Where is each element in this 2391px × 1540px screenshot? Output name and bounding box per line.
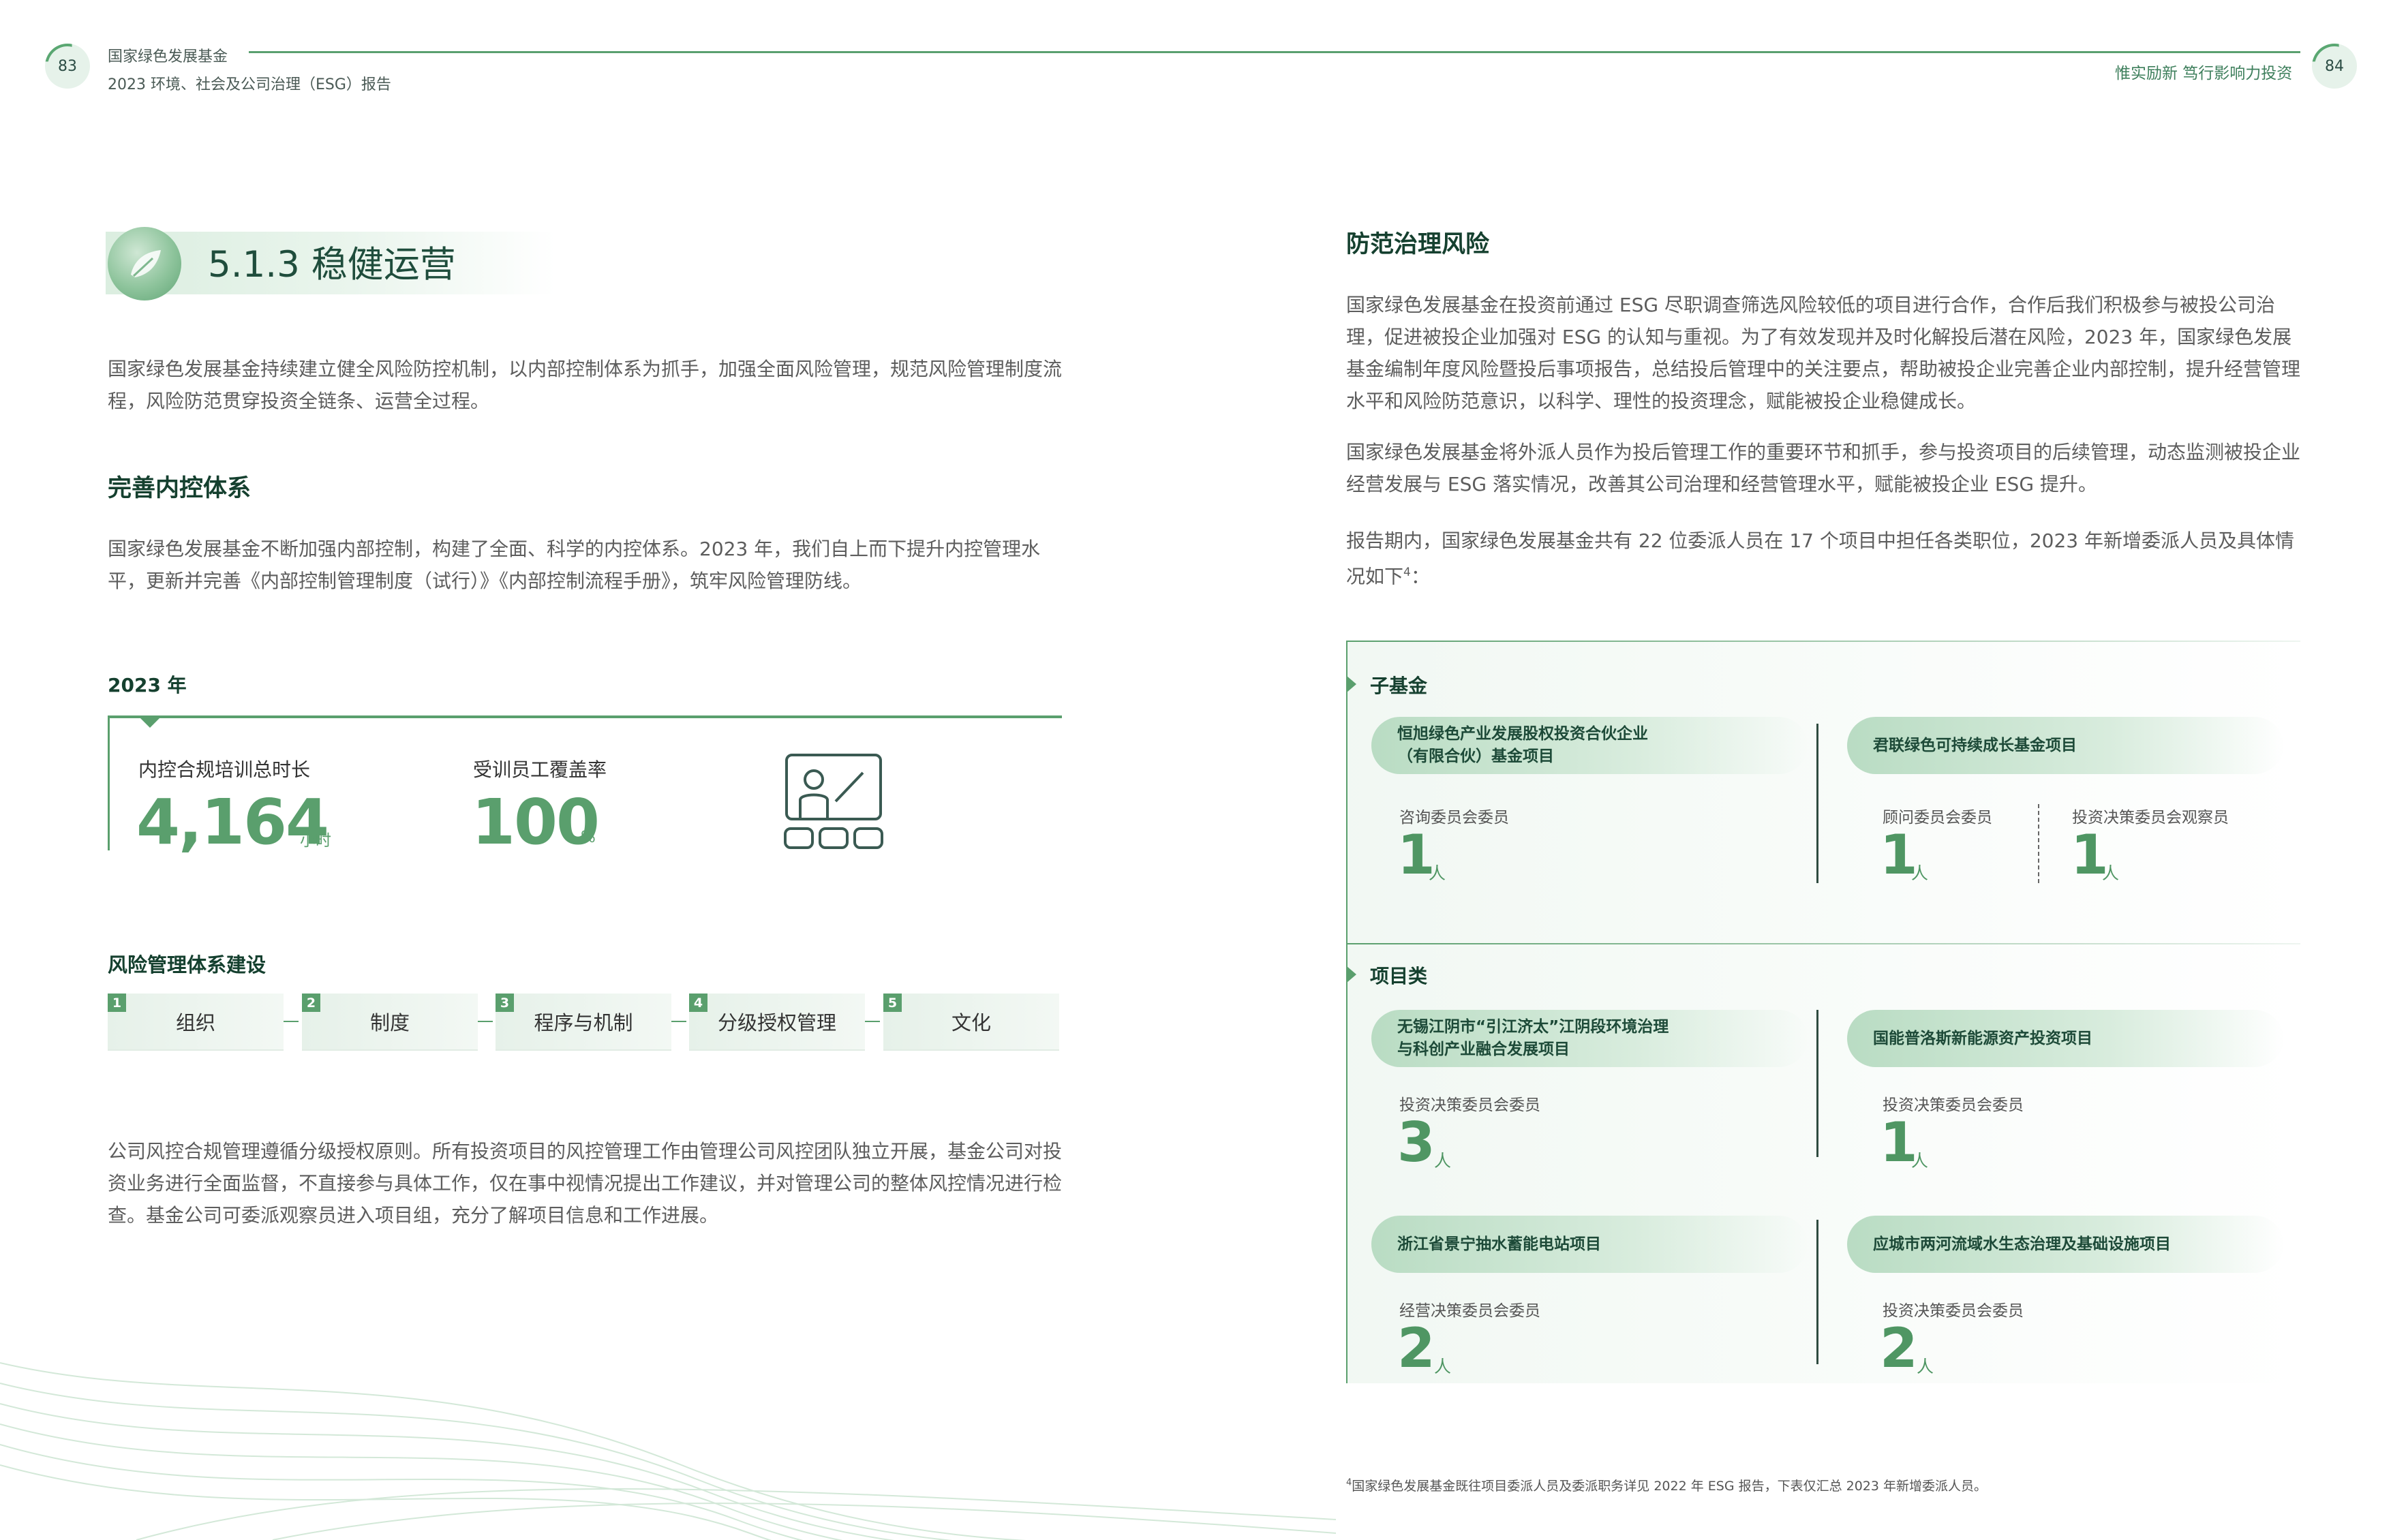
risk-step-3-number: 3 [496, 994, 514, 1012]
role-divider [2038, 804, 2039, 883]
page-number-left: 83 [45, 44, 90, 89]
category-marker [1347, 966, 1356, 983]
header-slogan: 惟实励新 笃行影响力投资 [2115, 65, 2293, 82]
governance-para-3: 报告期内，国家绿色发展基金共有 22 位委派人员在 17 个项目中担任各类职位，… [1346, 529, 2295, 588]
decorative-wave-lines [0, 1362, 1336, 1540]
column-divider [1816, 1220, 1818, 1364]
project-count-unit: 人 [1911, 863, 1929, 883]
stats-left-rule [108, 717, 110, 850]
category-sub-fund: 子基金 [1370, 675, 1428, 697]
footnote-ref: 4 [1403, 566, 1411, 579]
stats-year: 2023 年 [108, 674, 187, 696]
risk-step-connector [671, 1021, 686, 1022]
project-count-unit: 人 [1917, 1357, 1934, 1376]
coverage-label: 受训员工覆盖率 [473, 758, 607, 781]
risk-system-heading: 风险管理体系建设 [108, 953, 266, 976]
column-divider [1816, 1010, 1818, 1157]
header-org: 国家绿色发展基金 [108, 48, 228, 65]
risk-step-4-number: 4 [689, 994, 707, 1012]
project-pill-hengxu: 恒旭绿色产业发展股权投资合伙企业 （有限合伙）基金项目 [1371, 717, 1808, 774]
intro-paragraph: 国家绿色发展基金持续建立健全风险防控机制，以内部控制体系为抓手，加强全面风险管理… [108, 358, 1063, 412]
project-count-unit: 人 [1429, 863, 1446, 883]
project-count-unit: 人 [1434, 1151, 1452, 1171]
risk-step-1-number: 1 [108, 994, 126, 1012]
section-title: 5.1.3 稳健运营 [208, 244, 456, 286]
project-count: 2 [1880, 1316, 1918, 1380]
risk-step-1: 组织 [108, 994, 284, 1051]
risk-step-2-number: 2 [302, 994, 320, 1012]
project-pill-jiangyin: 无锡江阴市“引江济太”江阴段环境治理 与科创产业融合发展项目 [1371, 1010, 1808, 1067]
project-count-unit: 人 [1911, 1151, 1929, 1171]
panel-middle-rule [1346, 943, 2300, 944]
risk-step-5: 文化 [883, 994, 1059, 1051]
risk-step-3: 程序与机制 [496, 994, 671, 1051]
leaf-icon [108, 227, 181, 301]
project-pill-junlian: 君联绿色可持续成长基金项目 [1847, 717, 2283, 774]
footnote: 4国家绿色发展基金既往项目委派人员及委派职务详见 2022 年 ESG 报告，下… [1346, 1477, 1988, 1494]
project-pill-guoneng: 国能普洛斯新能源资产投资项目 [1847, 1010, 2283, 1067]
governance-para-1: 国家绿色发展基金在投资前通过 ESG 尽职调查筛选风险较低的项目进行合作，合作后… [1346, 294, 2301, 412]
risk-step-5-number: 5 [883, 994, 902, 1012]
header-report-title: 2023 环境、社会及公司治理（ESG）报告 [108, 76, 391, 93]
risk-control-paragraph: 公司风控合规管理遵循分级授权原则。所有投资项目的风控管理工作由管理公司风控团队独… [108, 1140, 1063, 1227]
column-divider [1816, 724, 1818, 883]
risk-step-connector [284, 1021, 299, 1022]
project-count-unit: 人 [1434, 1357, 1452, 1376]
risk-step-2: 制度 [302, 994, 478, 1051]
internal-control-text: 国家绿色发展基金不断加强内部控制，构建了全面、科学的内控体系。2023 年，我们… [108, 538, 1041, 592]
coverage-unit: % [581, 829, 596, 846]
project-pill-jingning: 浙江省景宁抽水蓄能电站项目 [1371, 1216, 1808, 1273]
training-hours-label: 内控合规培训总时长 [138, 758, 311, 781]
coverage-value: 100 [472, 786, 600, 859]
project-count: 3 [1397, 1111, 1435, 1174]
category-marker [1347, 676, 1356, 692]
project-count-unit: 人 [2102, 863, 2120, 883]
panel-top-rule [1346, 641, 2300, 642]
project-pill-yingcheng: 应城市两河流域水生态治理及基础设施项目 [1847, 1216, 2283, 1273]
stats-rule-notch [139, 717, 161, 728]
panel-left-rule [1346, 641, 1347, 1383]
category-project: 项目类 [1370, 965, 1428, 987]
risk-step-4: 分级授权管理 [689, 994, 865, 1051]
governance-risk-heading: 防范治理风险 [1346, 231, 1490, 258]
project-count: 2 [1397, 1316, 1435, 1380]
page-number-right: 84 [2312, 44, 2357, 89]
governance-para-2: 国家绿色发展基金将外派人员作为投后管理工作的重要环节和抓手，参与投资项目的后续管… [1346, 441, 2301, 495]
training-presentation-icon [784, 754, 883, 849]
internal-control-heading: 完善内控体系 [108, 475, 252, 502]
training-hours-unit: 小时 [300, 832, 331, 850]
stats-top-rule [108, 715, 1062, 718]
header-rule [249, 51, 2300, 53]
risk-step-connector [865, 1021, 880, 1022]
risk-step-connector [478, 1021, 493, 1022]
training-hours-value: 4,164 [136, 786, 329, 859]
